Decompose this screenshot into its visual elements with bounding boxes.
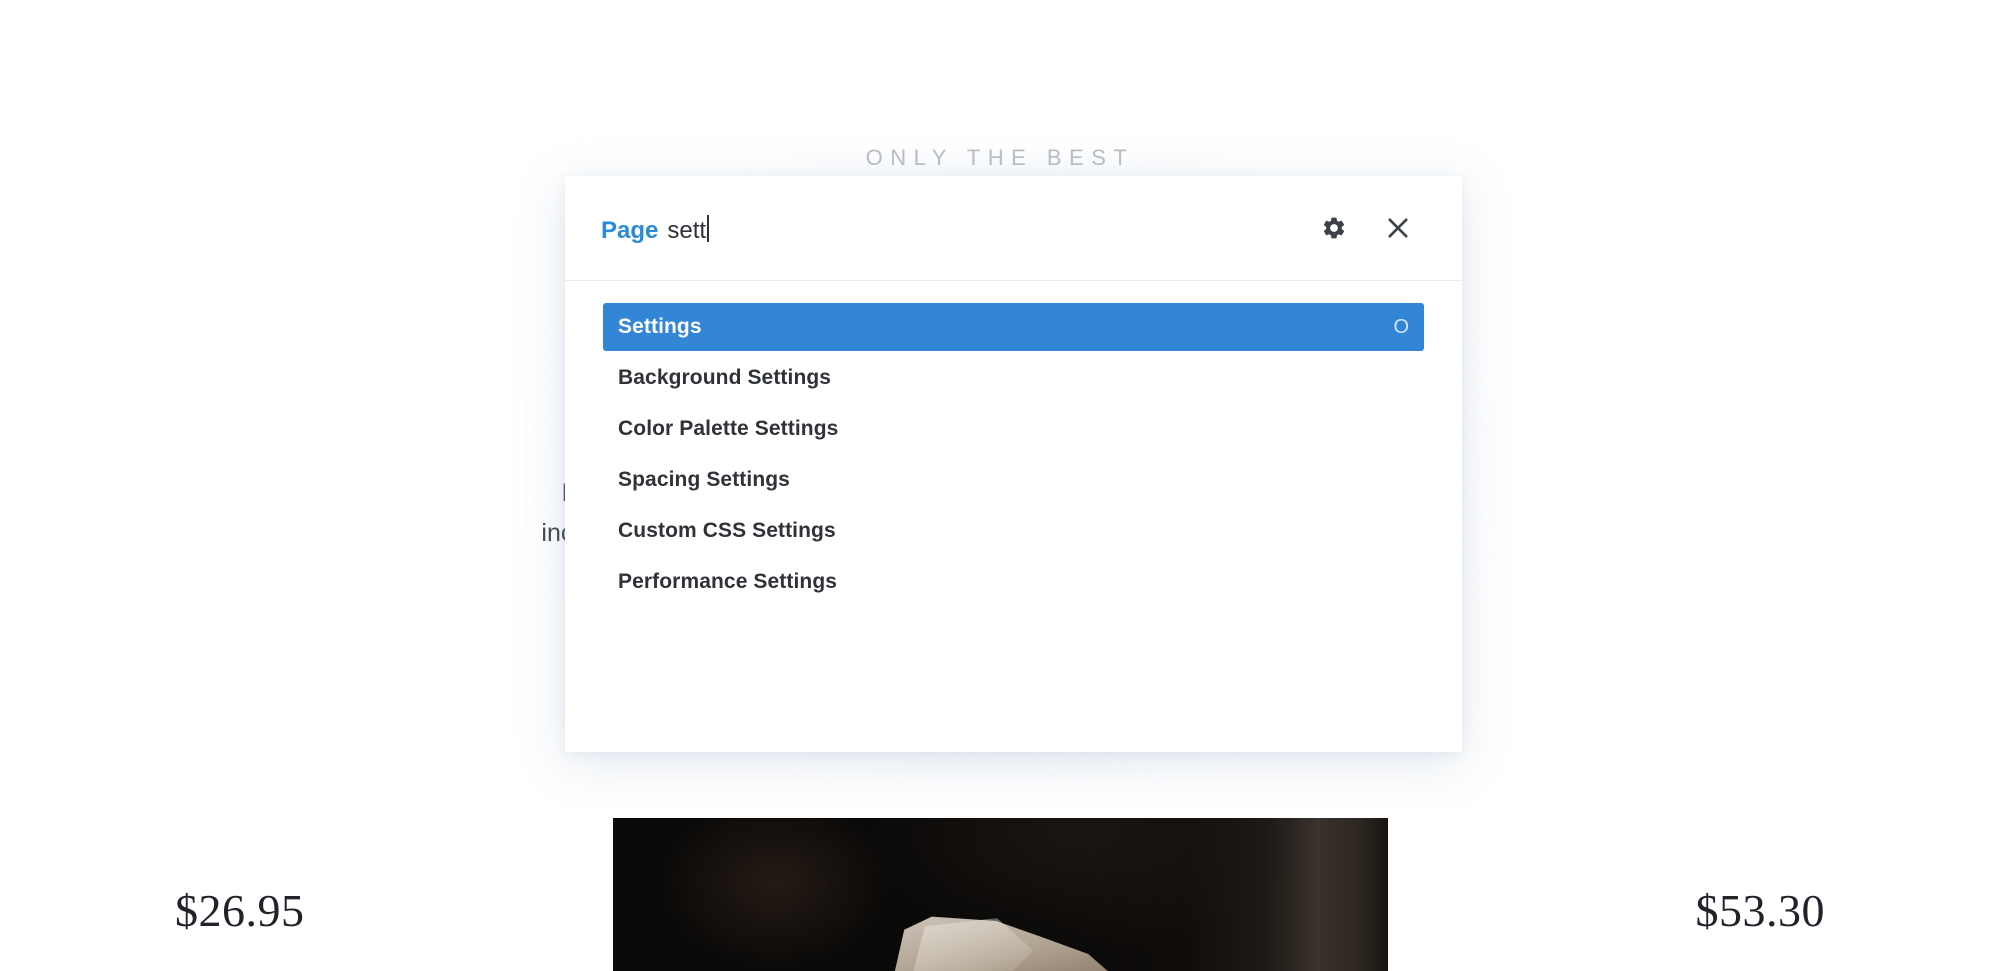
- command-result-shortcut: O: [1393, 315, 1409, 338]
- gear-icon-button[interactable]: [1314, 208, 1354, 248]
- command-palette-header: Page sett: [565, 176, 1462, 281]
- command-result-item[interactable]: Background Settings: [603, 354, 1424, 402]
- command-result-label: Spacing Settings: [618, 468, 790, 491]
- close-icon-button[interactable]: [1378, 208, 1418, 248]
- command-result-item[interactable]: Custom CSS Settings: [603, 507, 1424, 555]
- command-results-list: Settings O Background Settings Color Palett…: [565, 281, 1462, 752]
- screen: ONLY THE BEST Lorem ipsum dolor sit amet…: [0, 0, 2000, 971]
- command-result-label: Settings: [618, 315, 702, 338]
- price-left: $26.95: [175, 885, 305, 936]
- search-scope-token: Page: [601, 217, 659, 244]
- search-input-value: sett: [667, 217, 707, 244]
- command-result-item[interactable]: Performance Settings: [603, 558, 1424, 606]
- command-result-item[interactable]: Settings O: [603, 303, 1424, 351]
- command-result-label: Background Settings: [618, 366, 832, 389]
- price-right: $53.30: [1695, 885, 1825, 936]
- command-result-label: Performance Settings: [618, 570, 838, 593]
- search-input[interactable]: Page sett: [565, 211, 1314, 245]
- header-actions: [1314, 208, 1462, 248]
- command-palette-modal: Page sett Settings O Background Settings…: [565, 176, 1462, 752]
- close-icon: [1384, 214, 1412, 242]
- text-caret: [707, 215, 710, 242]
- command-result-item[interactable]: Color Palette Settings: [603, 405, 1424, 453]
- product-photo: [613, 818, 1388, 971]
- command-result-label: Color Palette Settings: [618, 417, 839, 440]
- command-result-label: Custom CSS Settings: [618, 519, 836, 542]
- section-eyebrow: ONLY THE BEST: [865, 145, 1135, 170]
- gear-icon: [1321, 215, 1347, 241]
- command-result-item[interactable]: Spacing Settings: [603, 456, 1424, 504]
